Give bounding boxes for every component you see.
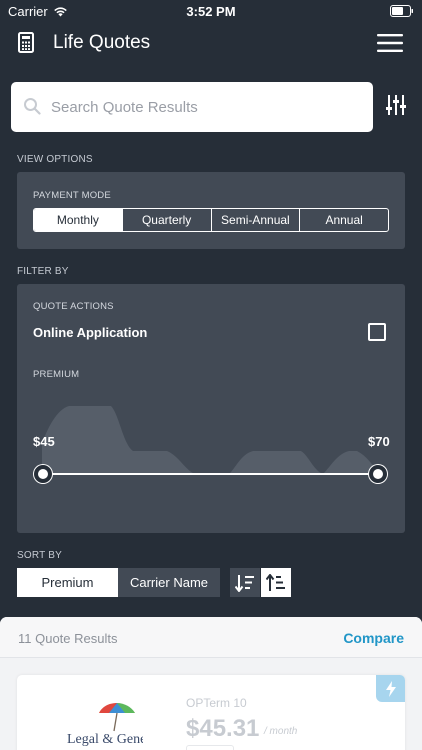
hamburger-menu-icon[interactable] <box>377 34 403 52</box>
premium-label: PREMIUM <box>33 369 80 380</box>
quote-price: $45.31 <box>186 715 260 742</box>
search-input[interactable] <box>51 82 361 132</box>
sort-carrier-name[interactable]: Carrier Name <box>118 568 220 597</box>
online-application-label: Online Application <box>33 325 148 340</box>
online-application-checkbox[interactable] <box>368 323 386 341</box>
search-icon <box>24 98 41 115</box>
premium-min-value: $45 <box>33 434 55 449</box>
payment-mode-segmented: Monthly Quarterly Semi-Annual Annual <box>33 208 389 232</box>
compare-button[interactable]: Compare <box>343 630 404 646</box>
filter-panel: QUOTE ACTIONS Online Application PREMIUM… <box>17 284 405 533</box>
sort-premium[interactable]: Premium <box>17 568 118 597</box>
sort-segmented: Premium Carrier Name <box>17 568 220 597</box>
carrier-logo-text: Legal & General <box>67 732 143 747</box>
results-count: 11 Quote Results <box>18 631 118 646</box>
payment-mode-quarterly[interactable]: Quarterly <box>121 209 211 231</box>
quote-detail-box <box>186 745 234 750</box>
view-options-label: VIEW OPTIONS <box>17 154 93 165</box>
filter-by-label: FILTER BY <box>17 266 69 277</box>
results-header: 11 Quote Results Compare <box>0 617 422 658</box>
payment-mode-monthly[interactable]: Monthly <box>34 209 122 231</box>
calculator-icon[interactable] <box>18 32 34 53</box>
sort-descending-button[interactable] <box>230 568 260 597</box>
premium-max-value: $70 <box>368 434 390 449</box>
results-sheet: 11 Quote Results Compare Legal & General… <box>0 617 422 750</box>
lightning-bolt-icon <box>385 680 396 697</box>
online-application-tag <box>376 675 405 702</box>
battery-icon <box>390 5 413 17</box>
quote-plan-name: OPTerm 10 <box>186 696 247 710</box>
payment-mode-panel: PAYMENT MODE Monthly Quarterly Semi-Annu… <box>17 172 405 249</box>
status-time: 3:52 PM <box>186 4 236 19</box>
filter-sliders-icon[interactable] <box>385 94 407 116</box>
premium-slider-max-handle[interactable] <box>369 465 387 483</box>
page-title: Life Quotes <box>53 32 151 53</box>
premium-slider-track[interactable] <box>42 473 378 475</box>
payment-mode-semi-annual[interactable]: Semi-Annual <box>210 209 300 231</box>
payment-mode-annual[interactable]: Annual <box>299 209 388 231</box>
search-box <box>11 82 373 132</box>
payment-mode-label: PAYMENT MODE <box>33 190 111 201</box>
sort-by-label: SORT BY <box>17 550 62 561</box>
premium-slider-min-handle[interactable] <box>34 465 52 483</box>
quote-actions-label: QUOTE ACTIONS <box>33 301 114 312</box>
carrier-logo: Legal & General <box>67 703 143 747</box>
sort-ascending-button[interactable] <box>261 568 291 597</box>
quote-price-period: / month <box>264 726 298 737</box>
sort-ascending-icon <box>266 573 285 591</box>
premium-histogram <box>42 406 378 474</box>
nav-bar: Life Quotes <box>0 26 422 62</box>
sort-descending-icon <box>235 574 254 592</box>
status-bar: Carrier 3:52 PM <box>0 0 422 22</box>
quote-card[interactable]: Legal & General OPTerm 10 $45.31 / month <box>17 675 405 750</box>
